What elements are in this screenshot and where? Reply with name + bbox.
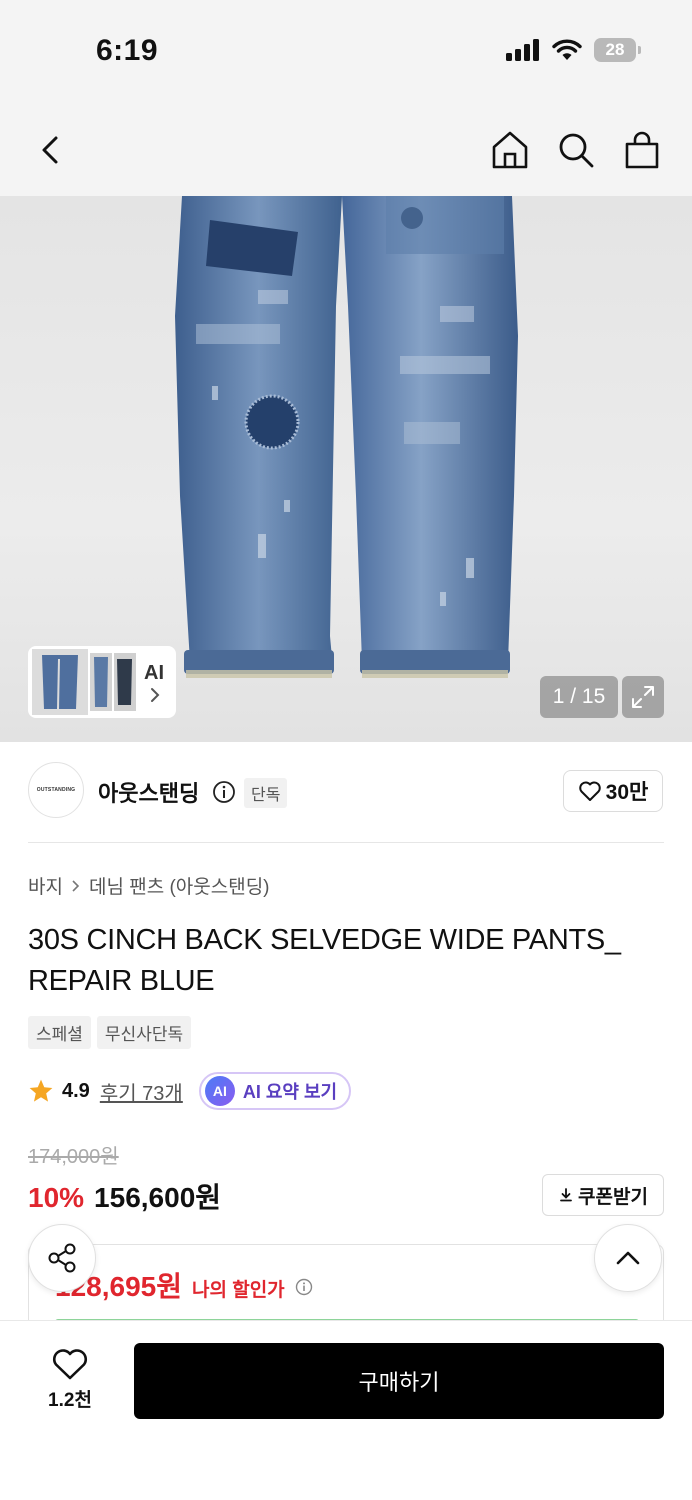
product-image-gallery[interactable]: AI 1 / 15 [0,196,692,742]
product-title: 30S CINCH BACK SELVEDGE WIDE PANTS_ REPA… [28,924,621,997]
share-button[interactable] [28,1224,96,1292]
brand-like-button[interactable]: 30만 [563,770,663,812]
back-button[interactable] [32,128,72,172]
price-row: 10% 156,600원 [28,1176,221,1216]
chevron-right-icon [151,688,160,702]
scroll-top-button[interactable] [594,1224,662,1292]
home-button[interactable] [490,128,530,172]
download-icon [560,1188,572,1202]
my-price-row: 128,695원 나의 할인가 [55,1265,313,1305]
brand-row: OUTSTANDING 아웃스탠딩 단독 30만 [0,742,692,842]
status-bar: 6:19 28 [0,0,692,100]
thumbnail-ai-label: AI [144,662,164,684]
original-price: 174,000원 [28,1146,119,1168]
exclusive-tag: 단독 [244,778,288,808]
brand-logo[interactable]: OUTSTANDING [28,762,84,818]
heart-icon [578,781,601,801]
search-icon [559,133,594,168]
thumbnail-images [32,649,136,715]
info-icon[interactable] [295,1278,313,1296]
nav-bar [0,100,692,196]
discount-rate: 10% [28,1182,85,1213]
brand-name[interactable]: 아웃스탠딩 [98,776,199,808]
chevron-up-icon [616,1251,640,1265]
chevron-right-icon [72,879,80,892]
back-icon [42,136,58,164]
share-icon [48,1243,76,1273]
info-icon[interactable] [212,780,236,804]
coupon-button[interactable]: 쿠폰받기 [542,1174,664,1216]
wishlist-button[interactable]: 1.2천 [36,1347,104,1412]
breadcrumb-item[interactable]: 데님 팬츠 (아웃스탠딩) [89,872,270,899]
cart-button[interactable] [622,128,662,172]
reviews-link[interactable]: 후기 73개 [100,1077,183,1106]
product-tag: 무신사단독 [96,1016,192,1049]
sale-price: 156,600원 [94,1182,222,1213]
my-price-label: 나의 할인가 [191,1280,285,1301]
rating-row: 4.9 후기 73개 AI AI 요약 보기 [28,1072,352,1110]
wifi-icon [552,39,582,60]
product-tags: 스페셜 무신사단독 [28,1016,192,1049]
ai-summary-label: AI 요약 보기 [242,1082,338,1102]
heart-icon [53,1349,87,1380]
shopping-bag-icon [625,131,659,169]
ai-summary-button[interactable]: AI AI 요약 보기 [198,1072,352,1110]
divider [28,842,664,843]
wishlist-count: 1.2천 [48,1390,92,1411]
image-counter: 1 / 15 [540,676,618,718]
brand-like-count: 30만 [605,781,649,804]
star-icon [29,1079,53,1102]
product-tag: 스페셜 [28,1016,91,1049]
breadcrumb-item[interactable]: 바지 [28,872,63,899]
status-time: 6:19 [96,34,159,67]
ai-badge-icon: AI [204,1076,235,1106]
coupon-label: 쿠폰받기 [578,1186,648,1208]
ai-thumbnail-button[interactable]: AI [28,646,176,718]
rating-score: 4.9 [62,1079,90,1102]
status-icons: 28 [506,38,641,62]
signal-icon [506,39,539,61]
expand-icon [632,686,654,708]
buy-button[interactable]: 구매하기 [134,1343,664,1419]
nav-actions [490,128,662,172]
battery-indicator: 28 [594,38,641,62]
home-icon [492,131,528,169]
bottom-action-bar: 1.2천 구매하기 [0,1320,692,1500]
expand-image-button[interactable] [622,676,664,718]
search-button[interactable] [556,128,596,172]
breadcrumb: 바지 데님 팬츠 (아웃스탠딩) [28,872,270,899]
